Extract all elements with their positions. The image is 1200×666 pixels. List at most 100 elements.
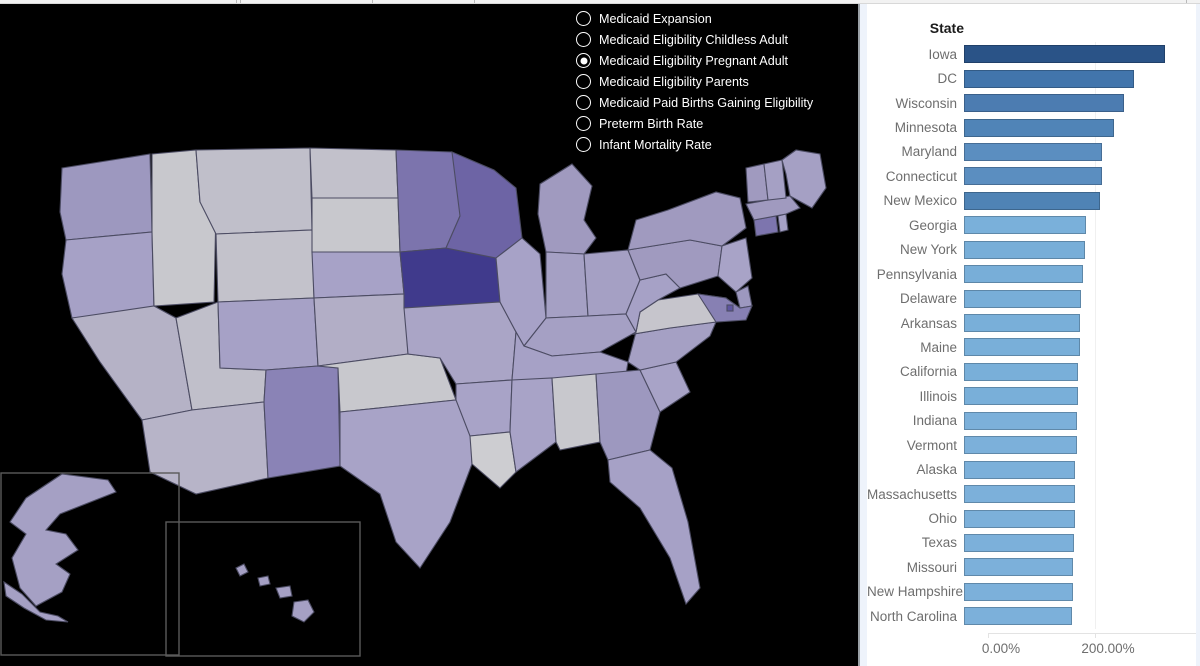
bar[interactable] — [964, 216, 1086, 235]
bar-row[interactable]: Vermont — [867, 433, 1196, 457]
bar[interactable] — [964, 582, 1073, 601]
state-RI — [777, 213, 789, 233]
radio-icon[interactable] — [576, 32, 591, 47]
bar[interactable] — [964, 167, 1103, 186]
bar-row[interactable]: Indiana — [867, 409, 1196, 433]
bar-track — [964, 409, 1196, 433]
bar-row[interactable]: New Mexico — [867, 189, 1196, 213]
state-HI-bigisland — [291, 599, 315, 623]
bar[interactable] — [964, 314, 1080, 333]
bar[interactable] — [964, 485, 1075, 504]
bar-row-label: Connecticut — [885, 168, 957, 184]
radio-option-medicaid-eligibility-pregnant-adult[interactable]: Medicaid Eligibility Pregnant Adult — [576, 50, 856, 71]
measure-selector[interactable]: Medicaid Expansion Medicaid Eligibility … — [576, 6, 856, 159]
bar[interactable] — [964, 460, 1075, 479]
bar[interactable] — [964, 265, 1083, 284]
bar-row[interactable]: Illinois — [867, 384, 1196, 408]
bar-row-label: Vermont — [906, 437, 957, 453]
radio-icon[interactable] — [576, 137, 591, 152]
bar[interactable] — [964, 509, 1075, 528]
radio-option-medicaid-paid-births-gaining-eligibility[interactable]: Medicaid Paid Births Gaining Eligibility — [576, 92, 856, 113]
bar-track — [964, 604, 1196, 628]
radio-icon[interactable] — [576, 116, 591, 131]
radio-option-infant-mortality-rate[interactable]: Infant Mortality Rate — [576, 134, 856, 155]
bar-row[interactable]: Missouri — [867, 555, 1196, 579]
bar-row-label: Arkansas — [900, 315, 957, 331]
bar-track — [964, 360, 1196, 384]
bar[interactable] — [964, 240, 1085, 259]
radio-icon-selected[interactable] — [576, 53, 591, 68]
radio-icon[interactable] — [576, 74, 591, 89]
bar-row[interactable]: North Carolina — [867, 604, 1196, 628]
radio-icon[interactable] — [576, 11, 591, 26]
chart-column-header: State — [929, 20, 964, 36]
bar-track — [964, 140, 1196, 164]
bar-row[interactable]: Ohio — [867, 506, 1196, 530]
bar-row[interactable]: Maine — [867, 335, 1196, 359]
x-axis-tick — [1095, 632, 1096, 638]
radio-option-preterm-birth-rate[interactable]: Preterm Birth Rate — [576, 113, 856, 134]
state-LA — [469, 431, 517, 489]
bar[interactable] — [964, 607, 1072, 626]
bar[interactable] — [964, 362, 1079, 381]
radio-icon[interactable] — [576, 95, 591, 110]
bar[interactable] — [964, 338, 1080, 357]
bar-row[interactable]: Connecticut — [867, 164, 1196, 188]
bar-track — [964, 213, 1196, 237]
bar-track — [964, 433, 1196, 457]
bar[interactable] — [964, 387, 1079, 406]
bar-row-label: Alaska — [916, 462, 957, 478]
bar-row[interactable]: California — [867, 360, 1196, 384]
state-IN — [545, 251, 589, 319]
bar-row[interactable]: Georgia — [867, 213, 1196, 237]
state-AK — [9, 473, 117, 607]
bar[interactable] — [964, 289, 1082, 308]
state-FL — [607, 449, 701, 606]
state-NE — [311, 251, 405, 299]
bar-track — [964, 311, 1196, 335]
bar-row[interactable]: Iowa — [867, 42, 1196, 66]
bar-chart-panel: State Iowa DC Wisconsin Minnesota Maryland Co… — [860, 2, 1200, 666]
radio-label: Medicaid Eligibility Pregnant Adult — [599, 53, 789, 68]
bar-row[interactable]: Wisconsin — [867, 91, 1196, 115]
bar[interactable] — [964, 118, 1114, 137]
bar-row[interactable]: Texas — [867, 531, 1196, 555]
bar[interactable] — [964, 191, 1100, 210]
bar-row[interactable]: Pennsylvania — [867, 262, 1196, 286]
state-DC — [726, 304, 734, 312]
bar-row[interactable]: Minnesota — [867, 115, 1196, 139]
bar-track — [964, 555, 1196, 579]
bar-rows: Iowa DC Wisconsin Minnesota Maryland Connecti… — [867, 42, 1196, 629]
bar-row-label: Massachusetts — [867, 486, 958, 502]
bar[interactable] — [964, 558, 1073, 577]
bar-row[interactable]: Alaska — [867, 457, 1196, 481]
bar-track — [964, 531, 1196, 555]
bar-row[interactable]: Delaware — [867, 286, 1196, 310]
bar-row[interactable]: Massachusetts — [867, 482, 1196, 506]
bar[interactable] — [964, 94, 1124, 113]
bar[interactable] — [964, 533, 1074, 552]
bar-row[interactable]: Maryland — [867, 140, 1196, 164]
bar[interactable] — [964, 45, 1165, 64]
radio-option-medicaid-eligibility-childless-adult[interactable]: Medicaid Eligibility Childless Adult — [576, 29, 856, 50]
bar-track — [964, 482, 1196, 506]
bar-row-label: DC — [937, 71, 958, 87]
bar-row[interactable]: New York — [867, 238, 1196, 262]
bar-track — [964, 238, 1196, 262]
bar[interactable] — [964, 436, 1078, 455]
bar-track — [964, 506, 1196, 530]
choropleth-map-panel[interactable]: Medicaid Expansion Medicaid Eligibility … — [0, 2, 860, 666]
bar[interactable] — [964, 142, 1103, 161]
state-OR — [61, 231, 155, 319]
radio-option-medicaid-expansion[interactable]: Medicaid Expansion — [576, 8, 856, 29]
bar-row[interactable]: Arkansas — [867, 311, 1196, 335]
bar[interactable] — [964, 411, 1078, 430]
bar-row[interactable]: New Hampshire — [867, 580, 1196, 604]
state-HI-kauai — [235, 563, 249, 577]
bar-row[interactable]: DC — [867, 66, 1196, 90]
bar-chart[interactable]: State Iowa DC Wisconsin Minnesota Maryland Co… — [867, 2, 1196, 666]
bar[interactable] — [964, 69, 1134, 88]
radio-option-medicaid-eligibility-parents[interactable]: Medicaid Eligibility Parents — [576, 71, 856, 92]
state-MI — [537, 163, 597, 255]
dashboard-root: Medicaid Expansion Medicaid Eligibility … — [0, 0, 1200, 666]
